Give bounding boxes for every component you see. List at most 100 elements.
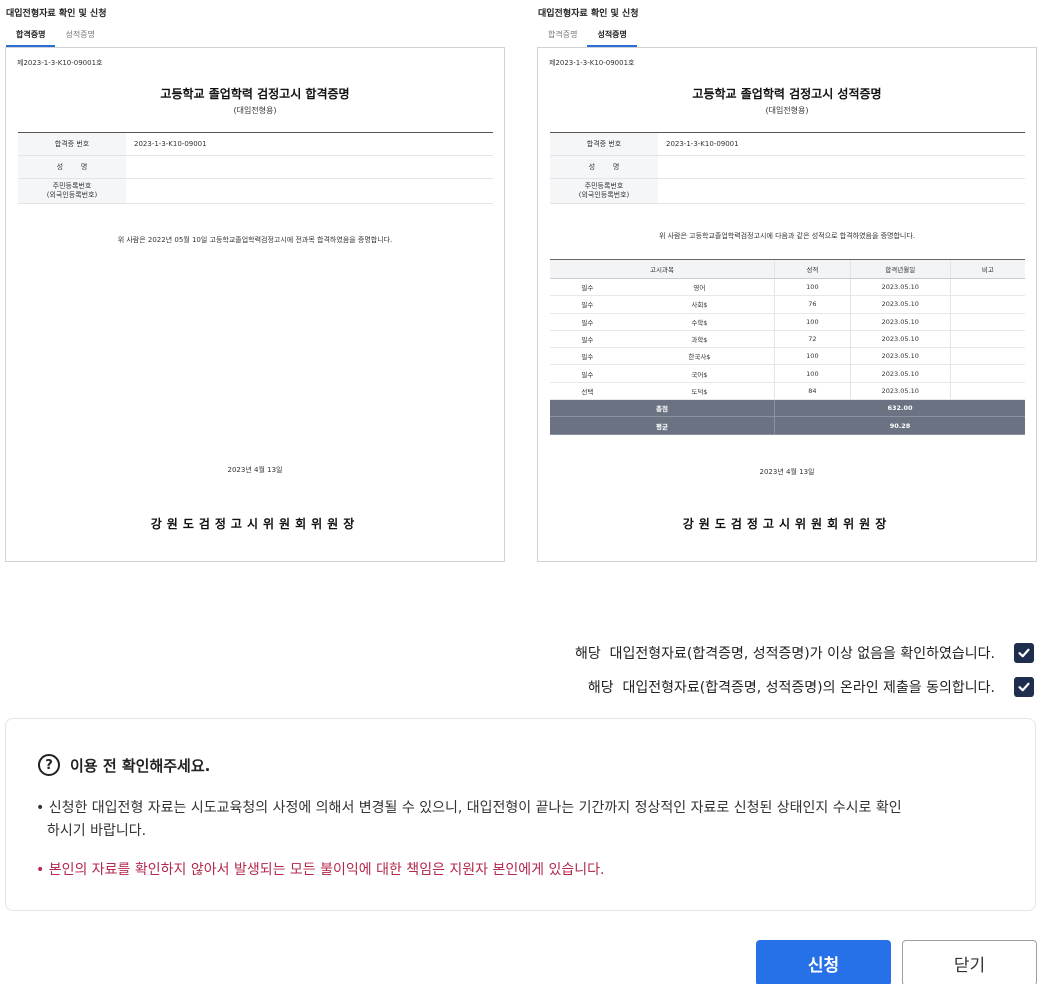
rrn-label-line2: (외국인등록번호)	[578, 191, 630, 199]
doc-date: 2023년 4월 13일	[227, 466, 283, 474]
table-row: 선택 도덕$ 84 2023.05.10	[550, 382, 1025, 401]
subject-note	[949, 313, 1025, 331]
cert-no-value: 2023-1-3-K10-09001	[134, 140, 207, 148]
subject-note	[949, 364, 1025, 383]
doc-subtitle: (대입전형용)	[233, 106, 277, 115]
question-circle-icon: ?	[38, 754, 60, 776]
subject-score: 100	[773, 278, 851, 297]
subject-score: 84	[773, 382, 851, 401]
right-tab-pass-cert[interactable]: 합격증명	[538, 26, 587, 47]
info-row-name: 성 명	[550, 156, 1025, 179]
average-value: 90.28	[773, 416, 1025, 435]
header-note: 비고	[949, 259, 1025, 279]
info-table: 합격증 번호 2023-1-3-K10-09001 성 명 주민등록번호 (외국…	[18, 132, 493, 204]
notice-header: ? 이용 전 확인해주세요.	[38, 754, 210, 776]
notice-box: ? 이용 전 확인해주세요. • 신청한 대입전형 자료는 시도교육청의 사정에…	[5, 718, 1036, 911]
cert-no-label: 합격증 번호	[18, 133, 126, 155]
info-row-rrn: 주민등록번호 (외국인등록번호)	[18, 179, 493, 204]
rrn-label: 주민등록번호 (외국인등록번호)	[18, 179, 126, 203]
confirm-consent-checkbox[interactable]	[1014, 677, 1034, 697]
table-row: 필수 사회$ 76 2023.05.10	[550, 295, 1025, 314]
pass-certificate-document: 제2023-1-3-K10-09001호 고등학교 졸업학력 검정고시 합격증명…	[5, 47, 505, 562]
subject-score: 100	[773, 347, 851, 366]
notice-bullet-change: • 신청한 대입전형 자료는 시도교육청의 사정에 의해서 변경될 수 있으니,…	[36, 797, 902, 843]
info-table: 합격증 번호 2023-1-3-K10-09001 성 명 주민등록번호 (외국…	[550, 132, 1025, 204]
grades-table: 고시과목 성적 합격년월일 비고 필수 영어 100 2023.05.10 필수…	[550, 259, 1025, 435]
subject-type: 필수	[550, 278, 625, 297]
subject-name: 국어$	[624, 364, 775, 383]
total-row: 총점 632.00	[550, 399, 1025, 418]
subject-type: 필수	[550, 295, 625, 314]
right-tabs: 합격증명 성적증명	[538, 26, 637, 47]
pass-statement: 위 사람은 2022년 05월 10일 고등학교졸업학력검정고시에 전과목 합격…	[117, 236, 393, 244]
cert-no-value: 2023-1-3-K10-09001	[666, 140, 739, 148]
subject-name: 과학$	[624, 330, 775, 349]
table-row: 필수 영어 100 2023.05.10	[550, 278, 1025, 297]
right-section-title: 대입전형자료 확인 및 신청	[538, 9, 639, 19]
confirm-verified-checkbox[interactable]	[1014, 643, 1034, 663]
subject-name: 수학$	[624, 313, 775, 331]
subject-name: 도덕$	[624, 382, 775, 401]
subject-date: 2023.05.10	[849, 295, 951, 314]
table-row: 필수 수학$ 100 2023.05.10	[550, 313, 1025, 331]
grades-header-row: 고시과목 성적 합격년월일 비고	[550, 259, 1025, 279]
rrn-label-line1: 주민등록번호	[52, 182, 92, 190]
header-pass-date: 합격년월일	[849, 259, 951, 279]
subject-date: 2023.05.10	[849, 347, 951, 366]
rrn-label-line1: 주민등록번호	[584, 182, 624, 190]
average-row: 평균 90.28	[550, 416, 1025, 435]
close-button[interactable]: 닫기	[902, 940, 1037, 984]
confirm-verified-label: 해당 대입전형자료(합격증명, 성적증명)가 이상 없음을 확인하였습니다.	[574, 646, 995, 662]
notice-title: 이용 전 확인해주세요.	[70, 756, 211, 775]
table-row: 필수 과학$ 72 2023.05.10	[550, 330, 1025, 349]
info-row-cert-no: 합격증 번호 2023-1-3-K10-09001	[18, 133, 493, 156]
name-label: 성 명	[18, 156, 126, 178]
notice-bullet-responsibility: • 본인의 자료를 확인하지 않아서 발생되는 모든 불이익에 대한 책임은 지…	[36, 862, 605, 878]
subject-score: 100	[773, 313, 851, 331]
rrn-label-line2: (외국인등록번호)	[46, 191, 98, 199]
cert-no-label: 합격증 번호	[550, 133, 658, 155]
subject-note	[949, 330, 1025, 349]
confirm-row-verified[interactable]: 해당 대입전형자료(합격증명, 성적증명)가 이상 없음을 확인하였습니다.	[575, 643, 1034, 663]
left-tab-grade-cert[interactable]: 성적증명	[55, 26, 104, 47]
right-tab-grade-cert[interactable]: 성적증명	[587, 26, 637, 47]
subject-type: 필수	[550, 364, 625, 383]
doc-subtitle: (대입전형용)	[765, 106, 809, 115]
subject-date: 2023.05.10	[849, 330, 951, 349]
doc-number: 제2023-1-3-K10-09001호	[549, 59, 635, 67]
total-label: 총점	[550, 399, 775, 418]
subject-date: 2023.05.10	[849, 382, 951, 401]
subject-type: 선택	[550, 382, 625, 401]
confirm-row-consent[interactable]: 해당 대입전형자료(합격증명, 성적증명)의 온라인 제출을 동의합니다.	[588, 677, 1034, 697]
checkmark-icon	[1018, 648, 1030, 658]
name-value	[126, 156, 134, 178]
checkmark-icon	[1018, 682, 1030, 692]
submit-button[interactable]: 신청	[756, 940, 891, 984]
notice-bullet-change-line2: 하시기 바랍니다.	[47, 823, 147, 839]
doc-number: 제2023-1-3-K10-09001호	[17, 59, 103, 67]
subject-date: 2023.05.10	[849, 278, 951, 297]
subject-score: 76	[773, 295, 851, 314]
subject-name: 한국사$	[624, 347, 775, 366]
subject-type: 필수	[550, 330, 625, 349]
left-tab-pass-cert[interactable]: 합격증명	[6, 26, 56, 47]
subject-type: 필수	[550, 313, 625, 331]
subject-note	[949, 347, 1025, 366]
subject-date: 2023.05.10	[849, 313, 951, 331]
grade-statement: 위 사람은 고등학교졸업학력검정고시에 다음과 같은 성적으로 합격하였음을 증…	[658, 232, 916, 240]
left-section-title: 대입전형자료 확인 및 신청	[6, 9, 107, 19]
subject-note	[949, 382, 1025, 401]
table-row: 필수 국어$ 100 2023.05.10	[550, 364, 1025, 383]
subject-score: 72	[773, 330, 851, 349]
confirm-consent-label: 해당 대입전형자료(합격증명, 성적증명)의 온라인 제출을 동의합니다.	[587, 680, 995, 696]
rrn-value	[658, 179, 666, 203]
notice-bullet-change-line1: • 신청한 대입전형 자료는 시도교육청의 사정에 의해서 변경될 수 있으니,…	[36, 800, 902, 816]
grade-certificate-document: 제2023-1-3-K10-09001호 고등학교 졸업학력 검정고시 성적증명…	[537, 47, 1037, 562]
header-subject: 고시과목	[550, 259, 775, 279]
table-row: 필수 한국사$ 100 2023.05.10	[550, 347, 1025, 366]
name-label: 성 명	[550, 156, 658, 178]
total-value: 632.00	[773, 399, 1025, 418]
header-score: 성적	[773, 259, 851, 279]
doc-title: 고등학교 졸업학력 검정고시 성적증명	[692, 87, 882, 101]
doc-signature: 강원도검정고시위원회위원장	[682, 517, 892, 531]
